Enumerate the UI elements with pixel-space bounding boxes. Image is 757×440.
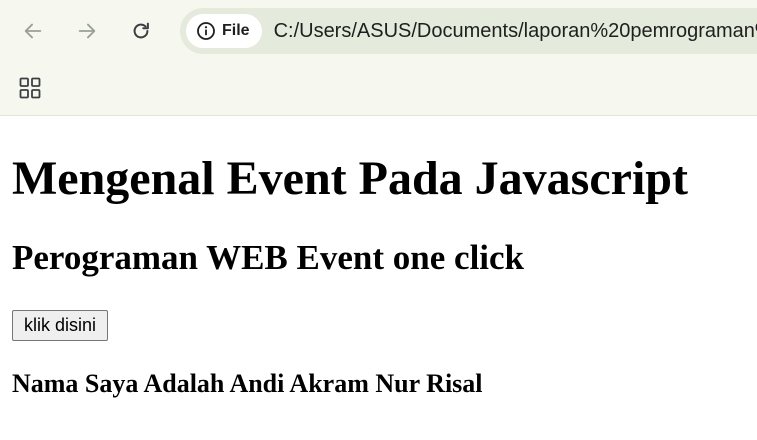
url-text[interactable]: C:/Users/ASUS/Documents/laporan%20pemrog… (274, 20, 757, 43)
navigation-row: File C:/Users/ASUS/Documents/laporan%20p… (0, 0, 757, 62)
arrow-right-icon (78, 23, 96, 39)
page-content: Mengenal Event Pada Javascript Perograma… (0, 117, 757, 440)
site-info-chip[interactable]: File (186, 14, 262, 48)
reload-button[interactable] (122, 12, 160, 50)
browser-toolbar: File C:/Users/ASUS/Documents/laporan%20p… (0, 0, 757, 116)
bookmarks-bar (0, 62, 757, 116)
click-here-button[interactable]: klik disini (12, 310, 109, 341)
back-button[interactable] (14, 12, 52, 50)
site-info-label: File (222, 22, 250, 39)
page-title: Mengenal Event Pada Javascript (12, 152, 688, 205)
address-bar[interactable]: File C:/Users/ASUS/Documents/laporan%20p… (180, 8, 757, 54)
page-subtitle: Perograman WEB Event one click (12, 238, 525, 277)
apps-button[interactable] (12, 70, 48, 106)
info-icon (197, 22, 215, 40)
forward-button[interactable] (68, 12, 106, 50)
name-text: Nama Saya Adalah Andi Akram Nur Risal (12, 369, 483, 398)
arrow-left-icon (24, 23, 42, 39)
apps-grid-icon (19, 77, 41, 99)
reload-icon (133, 22, 149, 39)
